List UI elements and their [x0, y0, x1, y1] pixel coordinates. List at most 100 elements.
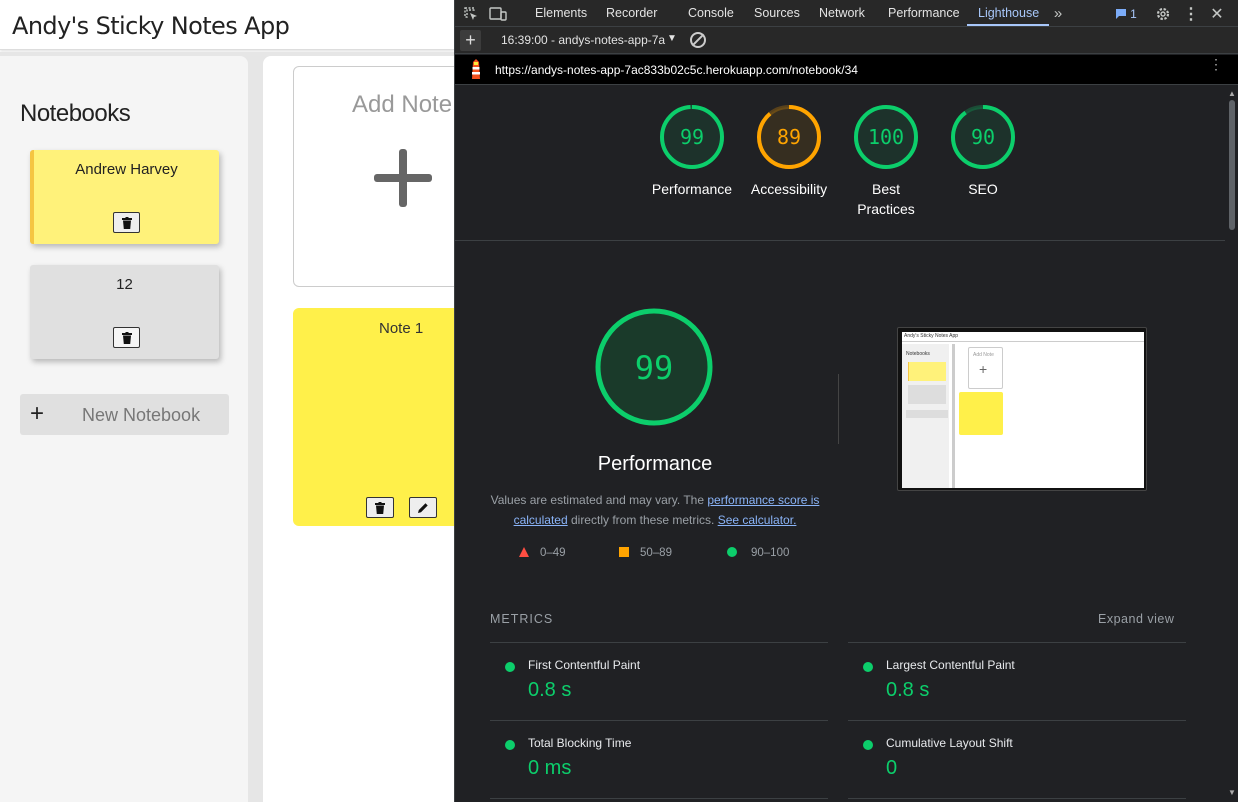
settings-gear-icon[interactable]	[1154, 5, 1172, 22]
note-card[interactable]: Note 1	[293, 308, 454, 526]
divider	[848, 798, 1186, 799]
thumbnail-page: Andy's Sticky Notes App Notebooks Add No…	[902, 332, 1144, 488]
tab-console[interactable]: Console	[688, 6, 734, 20]
metric-tbt: Total Blocking Time 0 ms	[490, 720, 828, 799]
thumb-add-note: Add Note +	[968, 347, 1003, 389]
delete-notebook-button[interactable]	[113, 327, 140, 348]
inspect-element-icon[interactable]	[462, 5, 480, 22]
delete-notebook-button[interactable]	[113, 212, 140, 233]
more-tabs-chevron-icon[interactable]: »	[1049, 5, 1067, 22]
circle-icon	[727, 547, 737, 557]
tab-performance[interactable]: Performance	[888, 6, 960, 20]
divider	[455, 240, 1225, 241]
main-score-title: Performance	[597, 453, 713, 475]
tab-lighthouse[interactable]: Lighthouse	[978, 6, 1039, 20]
app-header: Andy's Sticky Notes App	[0, 0, 454, 50]
gauge-score: 89	[777, 125, 801, 149]
delete-note-button[interactable]	[366, 497, 394, 518]
score-gauge-best-practices[interactable]: 100 Best Practices	[836, 104, 936, 219]
metric-value: 0	[886, 757, 898, 779]
new-notebook-button[interactable]: + New Notebook	[20, 394, 229, 435]
gauge-label: Performance	[651, 181, 733, 197]
metric-name: Total Blocking Time	[528, 736, 632, 750]
report-scrollbar[interactable]: ▲ ▼	[1225, 86, 1238, 802]
metric-name: First Contentful Paint	[528, 658, 641, 672]
legend-fail-range: 0–49	[540, 547, 566, 559]
gauge-ring: 90	[951, 105, 1015, 169]
metric-name: Cumulative Layout Shift	[886, 736, 1013, 750]
report-dropdown-caret-icon[interactable]: ▼	[667, 33, 677, 44]
score-gauge-performance[interactable]: 99 Performance	[642, 104, 742, 199]
scroll-down-arrow-icon[interactable]: ▼	[1228, 788, 1236, 797]
active-tab-indicator	[967, 24, 1049, 26]
lighthouse-report: 99 Performance 89 Accessibility 100 Best Prac…	[455, 86, 1225, 802]
thumb-notebook	[908, 385, 946, 404]
score-gauge-seo[interactable]: 90 SEO	[933, 104, 1033, 199]
report-selector[interactable]: 16:39:00 - andys-notes-app-7a	[501, 33, 665, 47]
metric-name: Largest Contentful Paint	[886, 658, 1015, 672]
device-toolbar-icon[interactable]	[489, 5, 507, 22]
lighthouse-logo-icon	[472, 59, 480, 79]
plus-icon	[374, 149, 432, 207]
metric-value: 0 ms	[528, 757, 572, 779]
square-icon	[619, 547, 629, 557]
thumb-new-notebook	[906, 410, 948, 418]
tab-sources[interactable]: Sources	[754, 6, 800, 20]
pass-circle-icon	[505, 740, 515, 750]
final-screenshot-thumbnail[interactable]: Andy's Sticky Notes App Notebooks Add No…	[897, 327, 1147, 491]
lighthouse-toolbar: + 16:39:00 - andys-notes-app-7a ▼	[455, 27, 1238, 54]
report-url[interactable]: https://andys-notes-app-7ac833b02c5c.her…	[495, 63, 858, 77]
notebook-name: Andrew Harvey	[75, 161, 178, 178]
divider	[490, 798, 828, 799]
legend-fail: 0–49	[519, 547, 566, 559]
scrollbar-thumb[interactable]	[1229, 100, 1235, 230]
tab-elements[interactable]: Elements	[535, 6, 587, 20]
add-note-label: Add Note	[352, 91, 453, 118]
app-title: Andy's Sticky Notes App	[12, 12, 290, 40]
metric-value: 0.8 s	[886, 679, 930, 701]
report-menu-kebab-icon[interactable]: ⋮	[1209, 57, 1223, 71]
gauge-score: 100	[868, 125, 904, 149]
thumb-gap	[952, 344, 955, 488]
metric-value: 0.8 s	[528, 679, 572, 701]
legend-pass: 90–100	[727, 547, 789, 559]
tab-network[interactable]: Network	[819, 6, 865, 20]
trash-icon	[121, 216, 132, 229]
notebook-card-12[interactable]: 12	[30, 265, 219, 359]
thumb-header: Andy's Sticky Notes App	[902, 332, 1144, 342]
metric-fcp: First Contentful Paint 0.8 s	[490, 642, 828, 720]
thumb-notebook	[908, 362, 946, 381]
gauge-label: Accessibility	[750, 181, 828, 197]
thumb-note	[959, 392, 1003, 435]
legend-pass-range: 90–100	[751, 547, 790, 559]
metrics-heading: METRICS	[490, 612, 554, 626]
clear-reports-icon[interactable]	[690, 32, 706, 48]
edit-note-button[interactable]	[409, 497, 437, 518]
notebooks-sidebar: Notebooks Andrew Harvey 12 + New Noteboo…	[0, 56, 248, 802]
add-note-card[interactable]: Add Note	[293, 66, 454, 287]
triangle-icon	[519, 547, 529, 557]
app-body: Notebooks Andrew Harvey 12 + New Noteboo…	[0, 52, 454, 802]
close-devtools-icon[interactable]: ✕	[1208, 5, 1226, 23]
screen: Andy's Sticky Notes App Notebooks Andrew…	[0, 0, 1238, 802]
notes-area: Add Note Note 1	[263, 56, 454, 802]
notebook-card-andrew-harvey[interactable]: Andrew Harvey	[30, 150, 219, 244]
new-report-plus-button[interactable]: +	[460, 30, 481, 51]
more-options-kebab-icon[interactable]: ⋮	[1182, 5, 1200, 23]
expand-view-button[interactable]: Expand view	[1098, 612, 1174, 626]
thumb-title: Andy's Sticky Notes App	[904, 333, 959, 339]
issues-counter[interactable]: 1	[1112, 5, 1140, 22]
pencil-icon	[418, 502, 428, 513]
score-gauge-accessibility[interactable]: 89 Accessibility	[739, 104, 839, 199]
scroll-up-arrow-icon[interactable]: ▲	[1228, 89, 1236, 98]
see-calculator-link[interactable]: See calculator.	[718, 513, 797, 527]
trash-icon	[375, 501, 385, 514]
pass-circle-icon	[505, 662, 515, 672]
sticky-notes-app: Andy's Sticky Notes App Notebooks Andrew…	[0, 0, 454, 802]
tab-recorder[interactable]: Recorder	[606, 6, 657, 20]
score-description: Values are estimated and may vary. The p…	[485, 490, 825, 530]
plus-icon: +	[30, 400, 45, 427]
legend-average-range: 50–89	[640, 547, 672, 559]
devtools-tabbar: Elements Recorder Console Sources Networ…	[455, 0, 1238, 27]
thumb-plus-icon: +	[979, 361, 988, 377]
